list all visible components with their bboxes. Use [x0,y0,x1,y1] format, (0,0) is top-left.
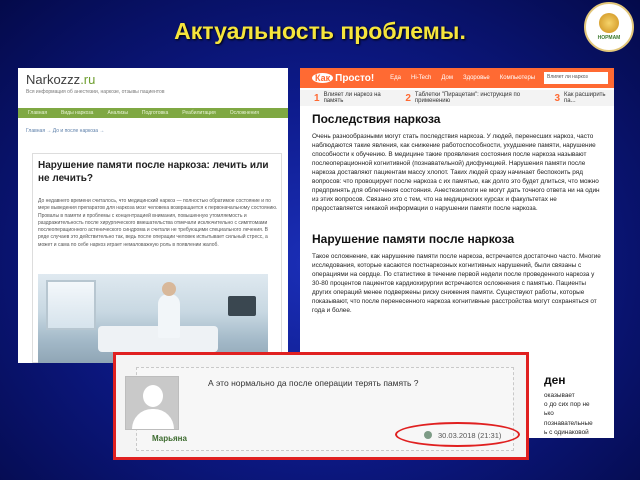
slide-title: Актуальность проблемы. [174,18,466,44]
comment-author[interactable]: Марьяна [152,434,187,443]
brand-domain: .ru [80,72,96,87]
article-title: Нарушение памяти после наркоза: лечить и… [38,160,269,184]
search-input[interactable]: Влияет ли наркоз [544,72,608,84]
fragment-line: о до сих пор не [544,401,590,409]
article-text: До недавнего времени считалось, что меди… [38,198,278,248]
avatar-head-shape [143,385,163,407]
nav-item[interactable]: Главная [28,110,47,116]
left-screenshot: Narkozzz.ru Вся информация об анестезии,… [18,68,288,363]
related-link[interactable]: Влияет ли наркоз на память [324,92,396,104]
brand-name: Narkozzz [26,72,81,87]
fragment-line: ько [544,410,554,418]
fragment-line: познавательные [544,419,593,427]
comment-highlight: Марьяна А это нормально да после операци… [113,352,529,460]
nav-item[interactable]: Анализы [107,110,127,116]
nav-item[interactable]: Еда [390,75,401,81]
nav-item[interactable]: Виды наркоза [61,110,93,116]
nav-item[interactable]: Осложнения [230,110,259,116]
section-text: Очень разнообразными могут стать последс… [312,133,600,212]
related-num: 1 [314,92,320,104]
site-tagline: Вся информация об анестезии, наркозе, от… [26,89,165,95]
site-header: Как Просто! Еда Hi-Tech Дом Здоровье Ком… [300,68,614,88]
text-fragment: ден оказывает о до сих пор не ько познав… [544,374,614,437]
site-logo[interactable]: Как Просто! [312,73,374,84]
hospital-photo [38,274,268,363]
related-num: 2 [405,92,411,104]
nurse-shape [158,294,180,338]
section-heading: Последствия наркоза [312,112,441,126]
related-link[interactable]: Таблетки "Пирацетам": инструкция по прим… [415,92,545,104]
comment-date: 30.03.2018 (21:31) [438,431,502,440]
nav-item[interactable]: Подготовка [142,110,168,116]
nav-item[interactable]: Hi-Tech [411,75,431,81]
fragment-heading: ден [544,373,566,387]
comment-text: А это нормально да после операции терять… [208,378,419,388]
avatar-body-shape [132,409,174,429]
fragment-line: ь с одинаковой [544,428,589,436]
related-num: 3 [554,92,561,104]
nav-item[interactable]: Здоровье [463,75,490,81]
fragment-line: оказывает [544,392,575,399]
article-card: Нарушение памяти после наркоза: лечить и… [32,153,282,363]
brand-text: Просто! [335,72,375,84]
nav-item[interactable]: Реабилитация [182,110,215,116]
window-shape [46,280,96,330]
section-heading: Нарушение памяти после наркоза [312,232,515,246]
nav-item[interactable]: Дом [441,75,453,81]
logo: НОРМАМ [584,2,634,52]
breadcrumb[interactable]: Главная → До и после наркоза → [26,128,104,134]
leaf-icon [599,13,619,33]
related-link[interactable]: Как расширить па... [564,92,614,104]
clock-icon [424,431,432,439]
site-nav: Главная Виды наркоза Анализы Подготовка … [18,108,288,118]
monitor-shape [228,296,256,316]
logo-text: НОРМАМ [597,35,621,41]
nav-item[interactable]: Компьютеры [500,75,535,81]
head-shape [162,282,176,296]
section-text: Такое осложнение, как нарушение памяти п… [312,253,601,314]
related-links: 1 Влияет ли наркоз на память 2 Таблетки … [300,90,614,106]
brand-circle: Как [312,73,334,83]
avatar [125,376,179,430]
site-brand[interactable]: Narkozzz.ru [26,72,95,87]
